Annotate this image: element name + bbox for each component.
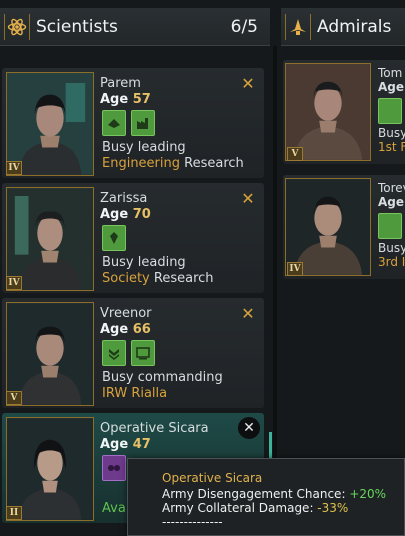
rank-badge: IV [287,262,303,276]
leader-name: Torev [378,181,405,195]
trait-list [102,340,155,366]
leader-name: Tom [378,66,403,80]
atom-icon [4,13,30,40]
dismiss-x-icon[interactable]: ✕ [240,76,256,92]
tooltip-line-disengagement: Army Disengagement Chance: +20% [162,487,387,501]
trait-list [102,455,126,481]
tooltip-separator: -------------- [162,515,223,529]
rank-badge: IV [6,276,22,290]
trait-engineering-icon[interactable] [102,110,126,136]
trait-society-icon[interactable] [102,225,126,251]
trait-operative-icon[interactable] [102,455,126,481]
rank-badge: V [287,147,303,161]
leader-age: Age 70 [100,207,151,222]
status-text: Busy leading [102,255,186,270]
tooltip-line-collateral: Army Collateral Damage: -33% [162,501,349,515]
trait-terminal-icon[interactable] [131,340,155,366]
trait-factory-icon[interactable] [131,110,155,136]
leader-age: Age [378,80,405,94]
leader-name: Zarissa [100,191,148,206]
admiral-card-torev[interactable]: IV Torev Age Busy 3rd I [283,175,405,279]
rank-badge: IV [6,161,22,175]
trait-icon[interactable] [378,98,402,124]
rank-badge: II [6,506,22,520]
status-text-partial: Ava [102,501,126,516]
status-text: Busy leading [102,140,186,155]
leader-age: Age 57 [100,92,151,107]
rank-badge: V [6,391,22,405]
trait-chevron-icon[interactable] [102,340,126,366]
admiral-card-tom[interactable]: V Tom Age Busy 1st F [283,60,405,164]
trait-tooltip: Operative Sicara Army Disengagement Chan… [127,458,405,536]
leader-age: Age [378,195,405,209]
leader-age: Age 47 [100,437,151,452]
scientists-count: 6/5 [230,16,258,37]
leader-name: Parem [100,76,141,91]
leader-name: Vreenor [100,306,152,321]
dismiss-x-icon[interactable]: ✕ [238,417,260,439]
dismiss-x-icon[interactable]: ✕ [240,191,256,207]
scientists-header: Scientists 6/5 [0,8,270,46]
trait-list [102,225,126,251]
trait-list [102,110,155,136]
status-detail: 3rd I [378,255,405,269]
starship-icon [285,13,311,40]
leader-name: Operative Sicara [100,421,209,436]
scientists-title: Scientists [36,16,118,37]
scientist-card-parem[interactable]: IV Parem Age 57 ✕ Busy leading Engineeri… [2,68,264,178]
status-text: Busy [378,126,405,140]
status-detail: Society Research [102,271,214,286]
status-detail: 1st F [378,140,405,154]
leader-age: Age 66 [100,322,151,337]
status-text: Busy commanding [102,370,223,385]
admirals-title: Admirals [317,16,392,37]
status-detail: Engineering Research [102,156,244,171]
admirals-header: Admirals [281,8,405,46]
dismiss-x-icon[interactable]: ✕ [240,306,256,322]
trait-icon[interactable] [378,213,402,239]
scientist-card-vreenor[interactable]: V Vreenor Age 66 ✕ Busy commanding IRW R… [2,298,264,408]
scientist-card-zarissa[interactable]: IV Zarissa Age 70 ✕ Busy leading Society… [2,183,264,293]
status-detail: IRW Rialla [102,386,168,401]
tooltip-title: Operative Sicara [162,471,263,485]
status-text: Busy [378,241,405,255]
